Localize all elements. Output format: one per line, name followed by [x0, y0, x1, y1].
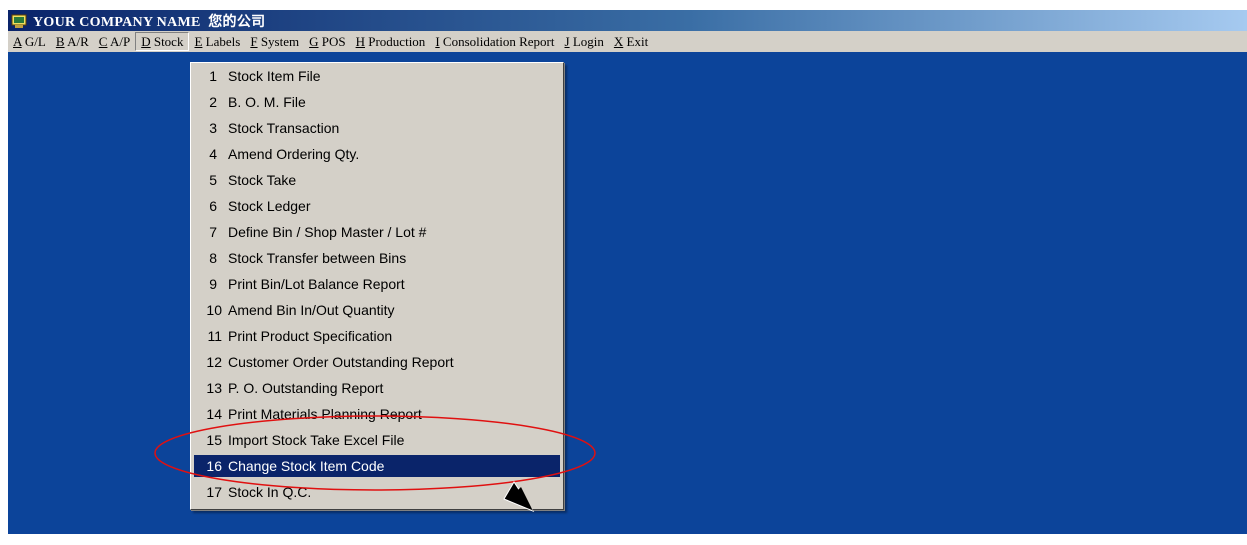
menu-item-label: Print Product Specification	[228, 328, 393, 344]
menu-label: Production	[365, 34, 426, 49]
menu-accelerator-key: X	[613, 34, 624, 49]
menu-pos[interactable]: G POS	[304, 32, 351, 51]
menu-g-l[interactable]: A G/L	[8, 32, 51, 51]
menu-label: Exit	[623, 34, 649, 49]
menu-login[interactable]: J Login	[560, 32, 609, 51]
menu-item-label: Customer Order Outstanding Report	[228, 354, 454, 370]
menu-accelerator-key: F	[250, 34, 258, 49]
menu-item-number: 7	[209, 224, 217, 240]
stock-menu-item[interactable]: 11 Print Product Specification	[194, 325, 560, 347]
menu-accelerator-key: A	[13, 34, 22, 49]
menu-label: Labels	[202, 34, 241, 49]
menu-item-number: 12	[206, 354, 222, 370]
stock-menu-item[interactable]: 7 Define Bin / Shop Master / Lot #	[194, 221, 560, 243]
menu-item-label: Print Materials Planning Report	[228, 406, 422, 422]
menu-label: A/R	[64, 34, 89, 49]
menu-item-label: Stock Transfer between Bins	[228, 250, 407, 266]
menu-accelerator-key: B	[55, 34, 65, 49]
menu-label: Consolidation Report	[439, 34, 555, 49]
menu-accelerator-key: G	[309, 34, 319, 49]
menu-consolidation-report[interactable]: I Consolidation Report	[430, 32, 559, 51]
menu-stock[interactable]: D Stock	[135, 32, 190, 51]
menu-item-number: 6	[209, 198, 217, 214]
stock-menu-item[interactable]: 17 Stock In Q.C.	[194, 481, 560, 503]
menu-item-label: Stock Transaction	[228, 120, 340, 136]
stock-menu-item[interactable]: 4 Amend Ordering Qty.	[194, 143, 560, 165]
menu-label: POS	[318, 34, 346, 49]
stock-menu-item[interactable]: 13 P. O. Outstanding Report	[194, 377, 560, 399]
menu-label: Login	[569, 34, 604, 49]
menu-accelerator-key: H	[355, 34, 365, 49]
menu-item-number: 1	[209, 68, 217, 84]
stock-menu-item[interactable]: 5 Stock Take	[194, 169, 560, 191]
menu-item-number: 4	[209, 146, 217, 162]
stock-menu-item[interactable]: 12 Customer Order Outstanding Report	[194, 351, 560, 373]
stock-dropdown-menu: 1 Stock Item File 2 B. O. M. File 3 Stock Tra…	[190, 62, 564, 510]
menu-item-label: P. O. Outstanding Report	[228, 380, 384, 396]
menu-item-number: 3	[209, 120, 217, 136]
stock-menu-item[interactable]: 16 Change Stock Item Code	[194, 455, 560, 477]
menu-item-label: Stock Take	[228, 172, 297, 188]
stock-menu-item[interactable]: 2 B. O. M. File	[194, 91, 560, 113]
stock-menu-item[interactable]: 1 Stock Item File	[194, 65, 560, 87]
menu-label: System	[257, 34, 300, 49]
menu-item-number: 10	[206, 302, 222, 318]
menu-item-label: Stock Item File	[228, 68, 321, 84]
menu-item-label: Change Stock Item Code	[228, 458, 385, 474]
window-title: YOUR COMPANY NAME 您的公司	[33, 14, 266, 30]
menu-item-number: 11	[207, 328, 222, 344]
menu-exit[interactable]: X Exit	[609, 32, 653, 51]
menu-item-label: Amend Bin In/Out Quantity	[228, 302, 395, 318]
menu-item-number: 17	[206, 484, 222, 500]
menu-a-p[interactable]: C A/P	[94, 32, 135, 51]
menu-item-label: Print Bin/Lot Balance Report	[228, 276, 405, 292]
stock-menu-item[interactable]: 3 Stock Transaction	[194, 117, 560, 139]
menu-item-label: Amend Ordering Qty.	[228, 146, 360, 162]
menu-item-label: B. O. M. File	[228, 94, 306, 110]
menu-item-number: 13	[206, 380, 222, 396]
stock-menu-item[interactable]: 9 Print Bin/Lot Balance Report	[194, 273, 560, 295]
menu-item-number: 8	[209, 250, 217, 266]
stock-menu-item[interactable]: 10 Amend Bin In/Out Quantity	[194, 299, 560, 321]
menu-label: Stock	[150, 34, 184, 49]
menu-item-number: 16	[206, 458, 222, 474]
menu-label: G/L	[21, 34, 46, 49]
menu-bar: A G/L B A/R C A/P D Stock E Labels F System G …	[8, 31, 1247, 52]
menu-item-label: Stock In Q.C.	[228, 484, 312, 500]
menu-item-number: 5	[209, 172, 217, 188]
menu-item-label: Stock Ledger	[228, 198, 311, 214]
menu-system[interactable]: F System	[245, 32, 304, 51]
stock-menu-item[interactable]: 6 Stock Ledger	[194, 195, 560, 217]
menu-item-label: Import Stock Take Excel File	[228, 432, 405, 448]
menu-item-label: Define Bin / Shop Master / Lot #	[228, 224, 427, 240]
menu-item-number: 15	[206, 432, 222, 448]
menu-item-number: 2	[209, 94, 217, 110]
menu-labels[interactable]: E Labels	[189, 32, 245, 51]
menu-item-number: 9	[209, 276, 217, 292]
title-bar[interactable]: YOUR COMPANY NAME 您的公司	[8, 10, 1247, 31]
menu-label: A/P	[107, 34, 131, 49]
stock-menu-item[interactable]: 14 Print Materials Planning Report	[194, 403, 560, 425]
menu-production[interactable]: H Production	[351, 32, 431, 51]
menu-a-r[interactable]: B A/R	[51, 32, 94, 51]
menu-item-number: 14	[206, 406, 222, 422]
stock-menu-item[interactable]: 15 Import Stock Take Excel File	[194, 429, 560, 451]
app-icon	[11, 14, 27, 28]
menu-accelerator-key: D	[141, 34, 151, 49]
stock-menu-item[interactable]: 8 Stock Transfer between Bins	[194, 247, 560, 269]
